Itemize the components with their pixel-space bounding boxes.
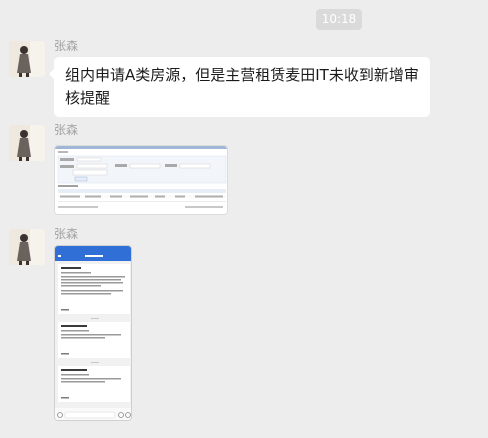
desktop-screenshot-image[interactable] xyxy=(54,145,228,215)
avatar-figure-icon xyxy=(9,41,45,77)
sender-name: 张森 xyxy=(54,39,79,53)
avatar-figure-icon xyxy=(9,125,45,161)
avatar-figure-icon xyxy=(9,229,45,265)
avatar[interactable] xyxy=(9,229,45,265)
avatar[interactable] xyxy=(9,125,45,161)
phone-screenshot-thumbnail xyxy=(55,246,131,420)
sender-name: 张森 xyxy=(54,123,79,137)
timestamp: 10:18 xyxy=(316,9,362,30)
message-text[interactable]: 组内申请A类房源，但是主营租赁麦田IT未收到新增审核提醒 xyxy=(49,57,430,117)
sender-name: 张森 xyxy=(54,227,79,241)
phone-screenshot-image[interactable] xyxy=(54,245,132,421)
avatar[interactable] xyxy=(9,41,45,77)
desktop-screenshot-thumbnail xyxy=(55,146,227,214)
